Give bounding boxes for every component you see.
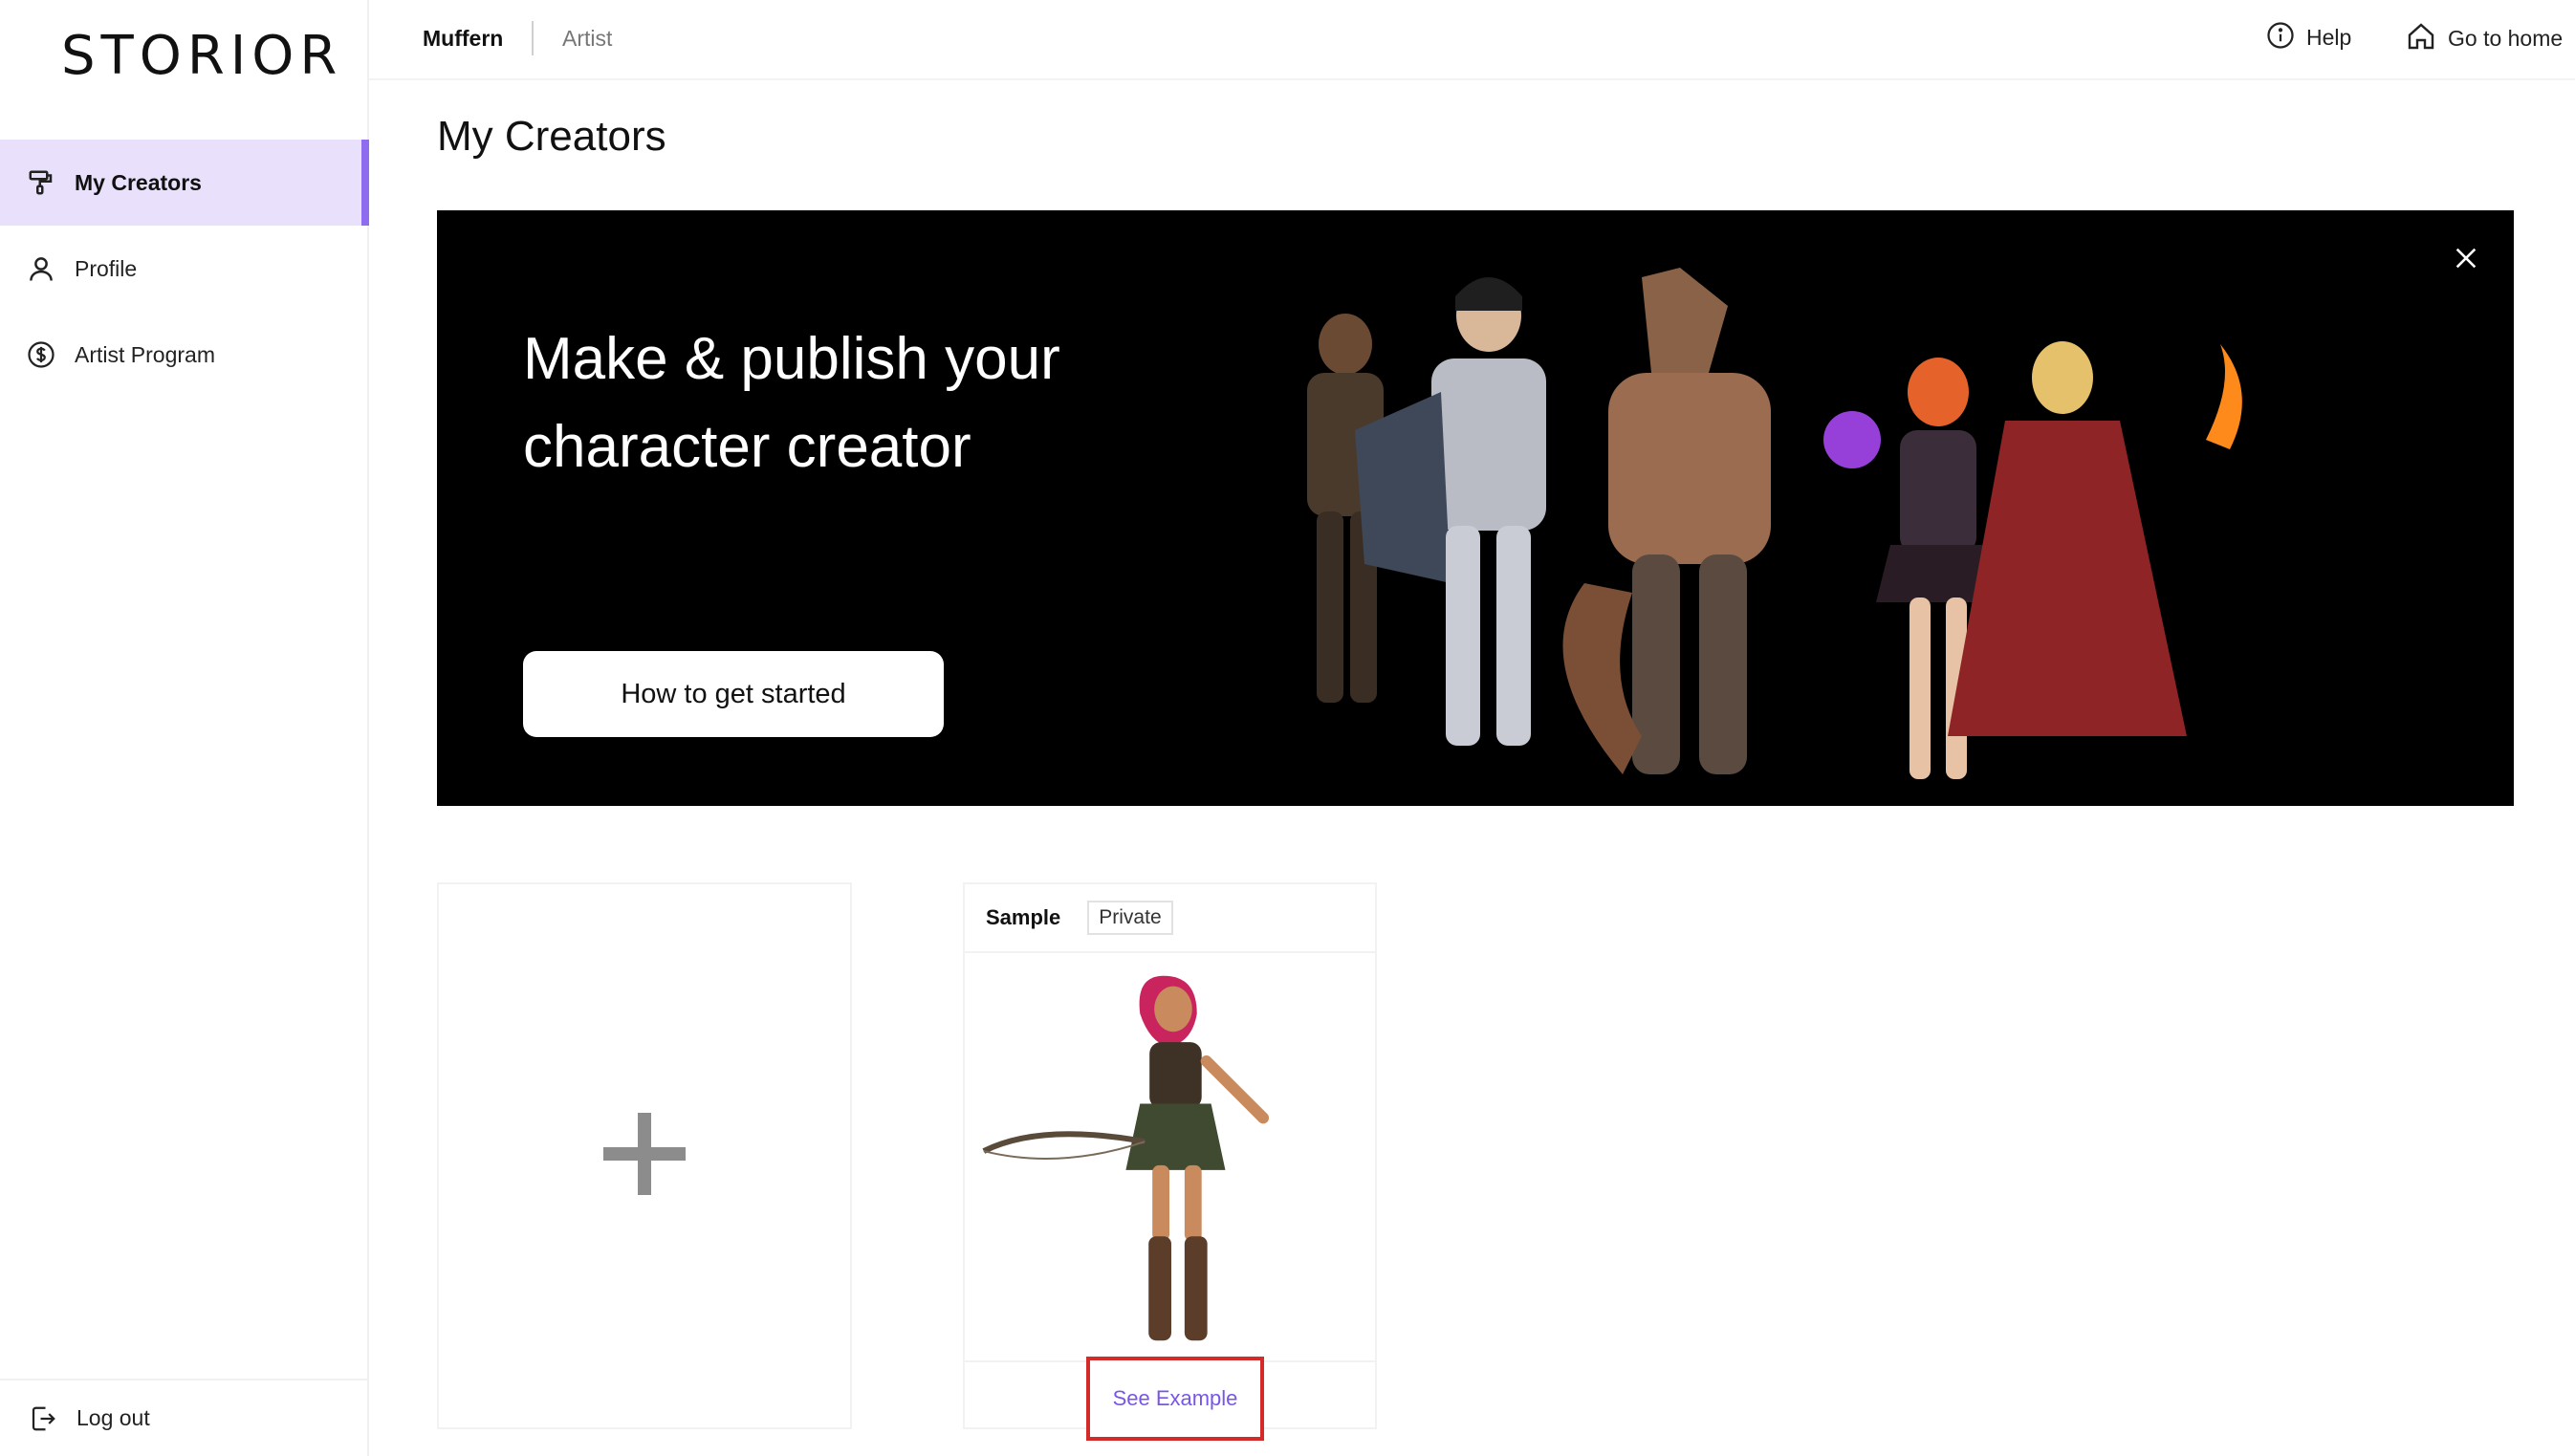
top-bar: Muffern Artist Help Go to home: [369, 0, 2575, 80]
help-label: Help: [2306, 25, 2352, 50]
logout-icon: [27, 1402, 59, 1435]
promo-banner: Make & publish your character creator Ho…: [437, 210, 2514, 806]
character-elf-mage: [1948, 341, 2242, 736]
go-to-home-link[interactable]: Go to home: [2406, 21, 2563, 56]
logout-label: Log out: [76, 1405, 150, 1430]
close-banner-button[interactable]: [2445, 239, 2487, 281]
logo-text: STORIOR: [61, 25, 343, 87]
how-to-get-started-button[interactable]: How to get started: [523, 651, 944, 737]
creator-card-footer: See Example: [965, 1357, 1375, 1441]
sidebar-item-label: Artist Program: [75, 341, 215, 367]
sidebar-nav: My Creators Profile Artist Program: [0, 140, 369, 398]
breadcrumb-role[interactable]: Artist: [562, 26, 612, 52]
creator-card-header: Sample Private: [965, 884, 1375, 953]
info-icon: [2266, 21, 2295, 54]
sidebar-item-label: My Creators: [75, 169, 202, 195]
sidebar-item-my-creators[interactable]: My Creators: [0, 140, 369, 226]
paint-roller-icon: [25, 166, 57, 199]
sidebar-item-label: Profile: [75, 255, 138, 281]
breadcrumb-user[interactable]: Muffern: [423, 26, 503, 52]
creator-card-title: Sample: [986, 905, 1061, 929]
characters-illustration: [1307, 268, 2242, 779]
logout-button[interactable]: Log out: [0, 1379, 369, 1456]
breadcrumb-divider: [532, 21, 534, 55]
see-example-link[interactable]: See Example: [1086, 1357, 1264, 1441]
sidebar-item-artist-program[interactable]: Artist Program: [0, 312, 369, 398]
help-link[interactable]: Help: [2266, 21, 2351, 54]
close-icon: [2453, 245, 2479, 276]
dollar-circle-icon: [25, 338, 57, 371]
user-icon: [25, 252, 57, 285]
page-title: My Creators: [437, 113, 666, 160]
creator-preview-image[interactable]: [965, 955, 1375, 1360]
banner-headline: Make & publish your character creator: [523, 326, 1060, 480]
home-icon: [2406, 21, 2436, 56]
sidebar-item-profile[interactable]: Profile: [0, 226, 369, 312]
home-label: Go to home: [2448, 26, 2564, 51]
character-werewolf: [1562, 268, 1771, 774]
storior-logo[interactable]: STORIOR: [61, 25, 337, 88]
visibility-badge: Private: [1087, 901, 1173, 935]
new-creator-card[interactable]: [437, 882, 852, 1429]
creator-card: Sample Private See Example: [963, 882, 1377, 1441]
plus-icon: [603, 1112, 686, 1200]
sidebar: STORIOR My Creators Profile Artist Progr…: [0, 0, 369, 1456]
character-knight: [1355, 277, 1546, 746]
